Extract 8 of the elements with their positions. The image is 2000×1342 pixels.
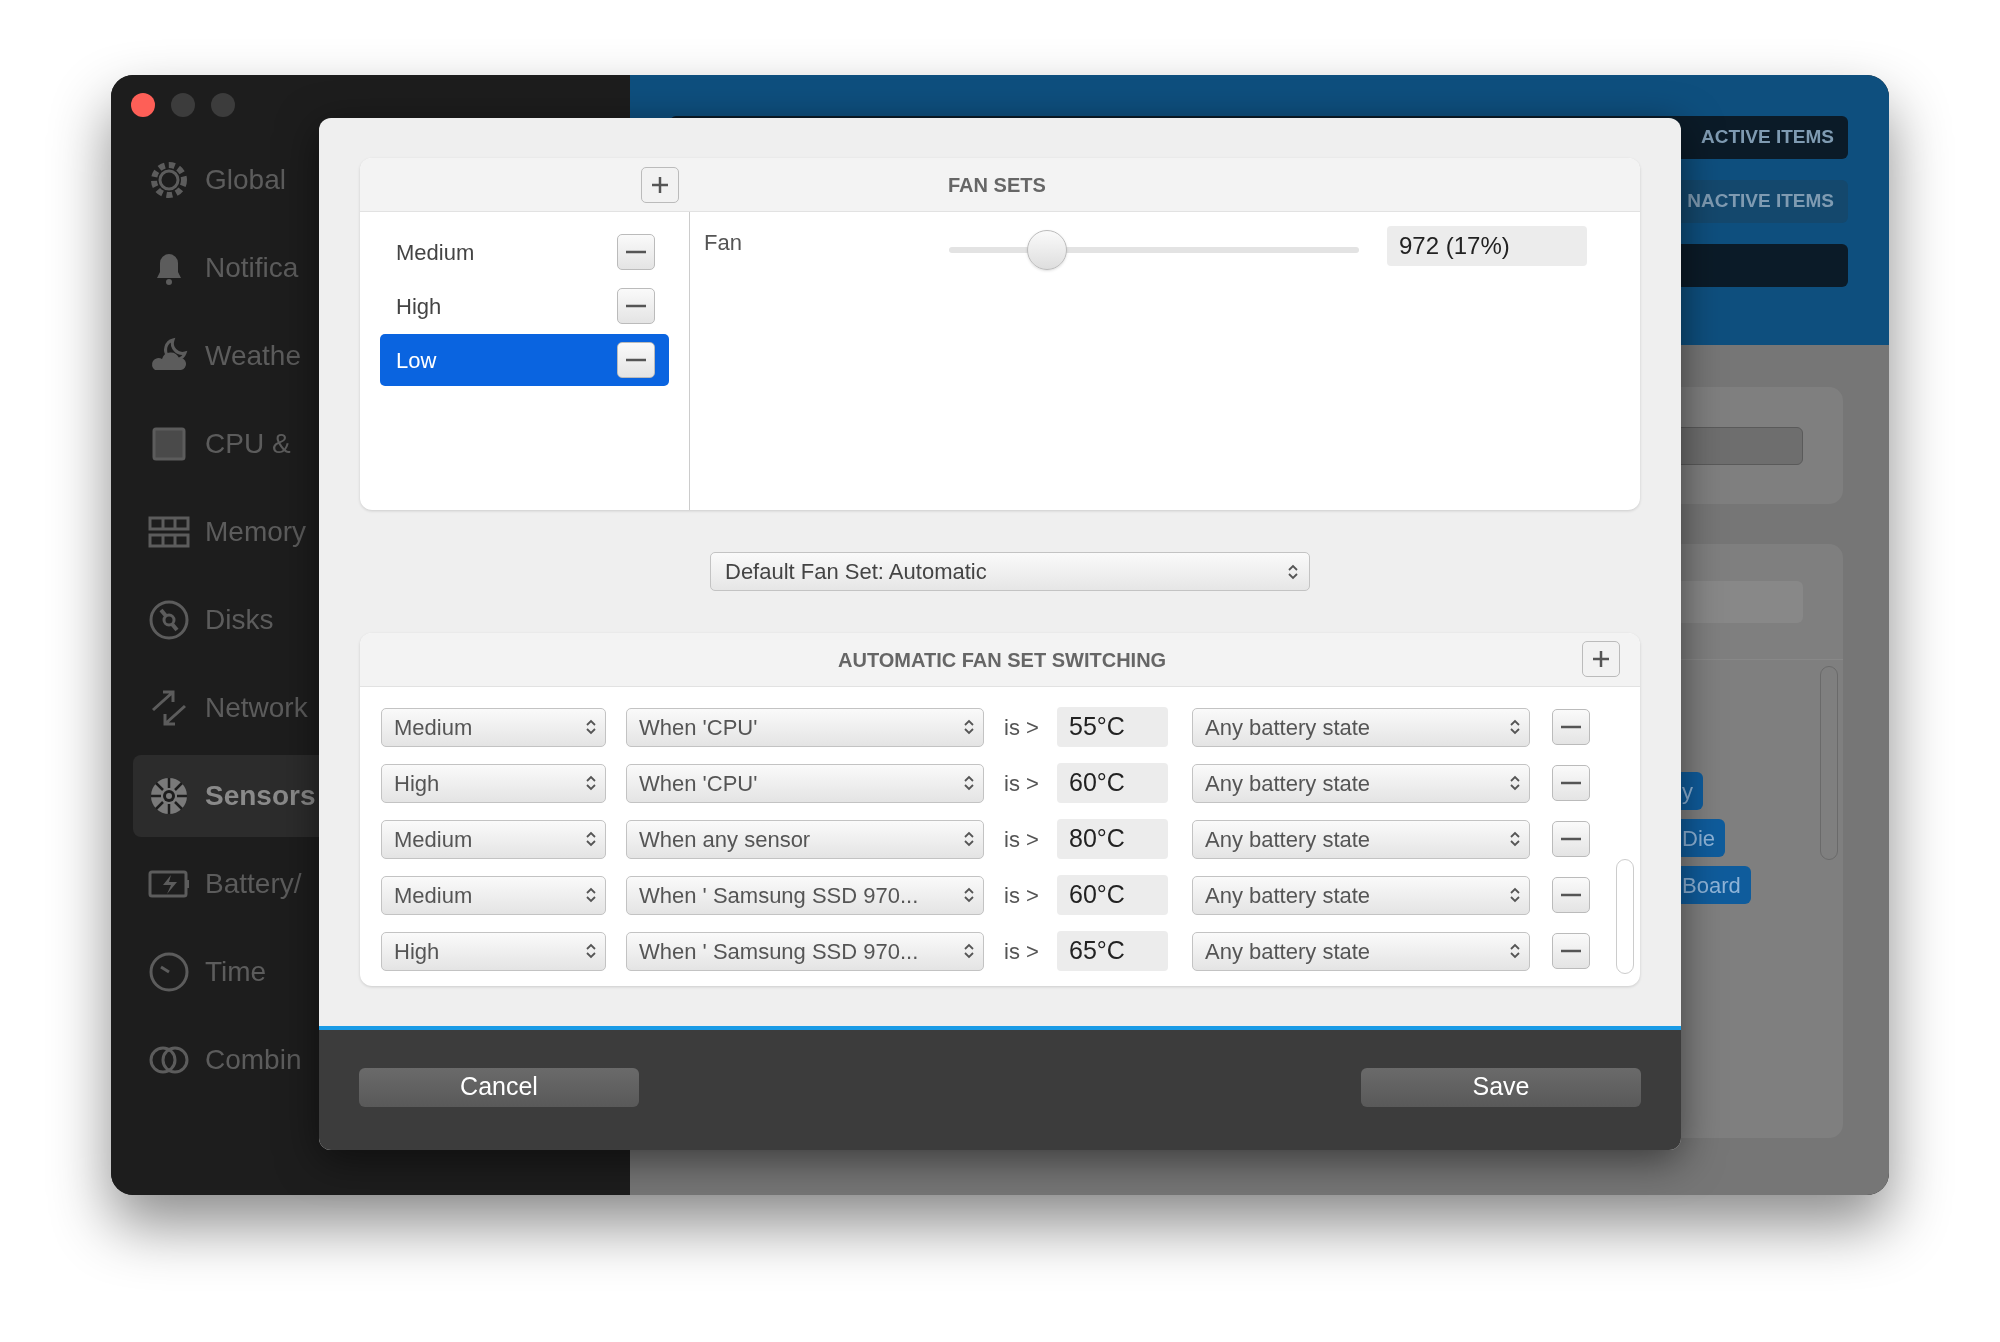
fan-label: Fan: [704, 229, 743, 257]
operator-label: is >: [1004, 713, 1040, 742]
operator-label: is >: [1004, 769, 1040, 798]
operator-label: is >: [1004, 937, 1040, 966]
operator-label: is >: [1004, 881, 1040, 910]
operator-label: is >: [1004, 825, 1040, 854]
panel-title: FAN SETS: [948, 172, 1046, 198]
panel-title: AUTOMATIC FAN SET SWITCHING: [838, 647, 1167, 673]
